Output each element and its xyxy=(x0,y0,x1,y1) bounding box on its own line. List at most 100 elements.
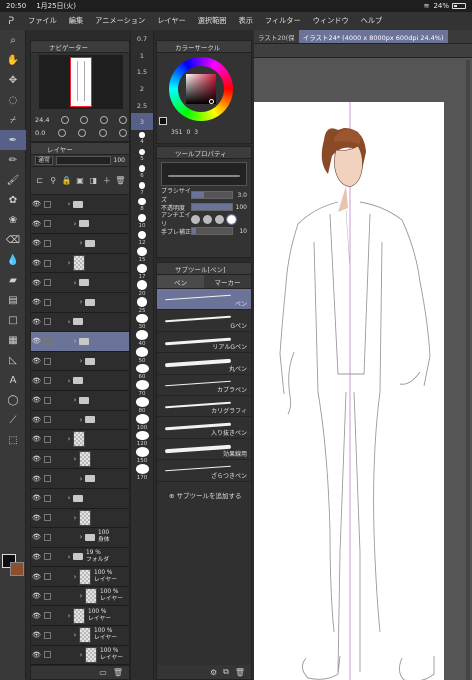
brush-size-option[interactable]: 150 xyxy=(131,447,153,464)
brush-size-option[interactable]: 80 xyxy=(131,397,153,414)
brush-size-option[interactable]: 40 xyxy=(131,330,153,347)
rotate-value[interactable]: 0.0 xyxy=(35,129,45,137)
layer-row[interactable]: 👁 › xyxy=(31,253,129,274)
doc-tab-2[interactable]: イラスト24* (4000 x 8000px 600dpi 24.4%) xyxy=(298,30,448,43)
color-cursor[interactable] xyxy=(209,99,214,104)
brush-size-option[interactable]: 60 xyxy=(131,363,153,380)
layer-row[interactable]: 👁 › 100 % レイヤー xyxy=(31,586,129,607)
layer-row[interactable]: 👁 › xyxy=(31,390,129,411)
expand-arrow-icon[interactable]: › xyxy=(71,514,79,522)
brush-size-option[interactable]: 7 xyxy=(131,180,153,197)
menu-view[interactable]: 表示 xyxy=(233,16,259,26)
expand-arrow-icon[interactable]: › xyxy=(77,239,85,247)
layer-check[interactable] xyxy=(44,514,51,522)
new-folder-icon[interactable]: ▭ xyxy=(99,668,107,677)
expand-arrow-icon[interactable]: › xyxy=(71,220,79,228)
brush-size-option[interactable]: 4 xyxy=(131,130,153,147)
brush-size-option[interactable]: 50 xyxy=(131,347,153,364)
expand-arrow-icon[interactable]: › xyxy=(77,416,85,424)
subtool-item[interactable]: ペン xyxy=(157,289,251,311)
layer-check[interactable] xyxy=(44,279,51,287)
expand-arrow-icon[interactable]: › xyxy=(71,455,79,463)
expand-arrow-icon[interactable]: › xyxy=(65,435,73,443)
expand-arrow-icon[interactable]: › xyxy=(71,631,79,639)
brush-size-option[interactable]: 3 xyxy=(131,113,153,131)
app-logo-icon[interactable]: ᕈ xyxy=(0,16,22,27)
gradient-icon[interactable]: ▤ xyxy=(0,290,26,310)
brush-size-option[interactable]: 100 xyxy=(131,413,153,431)
layer-check[interactable] xyxy=(44,553,51,561)
expand-arrow-icon[interactable]: › xyxy=(65,612,73,620)
expand-arrow-icon[interactable]: › xyxy=(65,200,73,208)
layer-row[interactable]: 👁 › xyxy=(31,488,129,509)
subtool-delete-icon[interactable]: 🗑 xyxy=(235,668,245,677)
brush-size-option[interactable]: 5 xyxy=(131,147,153,164)
layer-check[interactable] xyxy=(44,416,51,424)
stabilization-row[interactable]: 手ブレ補正 10 xyxy=(157,225,251,237)
navigator-preview[interactable] xyxy=(39,55,123,109)
antialias-row[interactable]: アンチエイリ xyxy=(157,212,251,228)
layer-check[interactable] xyxy=(44,533,51,541)
eye-icon[interactable]: 👁 xyxy=(31,553,42,561)
expand-arrow-icon[interactable]: › xyxy=(77,298,85,306)
layer-row[interactable]: 👁 › xyxy=(31,351,129,372)
eye-icon[interactable]: 👁 xyxy=(31,337,42,345)
frame-icon[interactable]: ▦ xyxy=(0,330,26,350)
clip-icon[interactable]: ⊏ xyxy=(36,176,43,185)
eye-icon[interactable]: 👁 xyxy=(31,533,42,541)
subtool-item[interactable]: ざらつきペン xyxy=(157,460,251,482)
canvas-scrollbar[interactable] xyxy=(466,60,470,680)
sub-color-swatch[interactable] xyxy=(10,562,24,576)
eye-icon[interactable]: 👁 xyxy=(31,475,42,483)
layer-row[interactable]: 👁 › 100 % レイヤー xyxy=(31,645,129,666)
text-icon[interactable]: A xyxy=(0,370,26,390)
lasso-icon[interactable]: ◌ xyxy=(0,90,26,110)
layer-row[interactable]: 👁 › xyxy=(31,430,129,450)
layer-row[interactable]: 👁 › xyxy=(31,469,129,489)
eye-icon[interactable]: 👁 xyxy=(31,239,42,247)
eye-icon[interactable]: 👁 xyxy=(31,416,42,424)
brush-size-option[interactable]: 0.7 xyxy=(131,30,153,47)
blend-mode-select[interactable]: 通常 xyxy=(35,156,54,165)
expand-arrow-icon[interactable]: › xyxy=(65,494,73,502)
flip-icon[interactable] xyxy=(118,128,127,137)
layer-check[interactable] xyxy=(44,318,51,326)
layer-row[interactable]: 👁 › 100 身体 xyxy=(31,528,129,548)
eye-icon[interactable]: 👁 xyxy=(31,318,42,326)
eyedropper-icon[interactable]: ⌿ xyxy=(0,110,26,130)
layer-check[interactable] xyxy=(44,612,51,620)
brush-size-option[interactable]: 12 xyxy=(131,230,153,247)
layer-check[interactable] xyxy=(44,200,51,208)
mask-icon[interactable]: ◨ xyxy=(90,176,98,185)
subtool-copy-icon[interactable]: ⧉ xyxy=(223,667,229,677)
brush-size-option[interactable]: 1.5 xyxy=(131,63,153,80)
rotate-right-icon[interactable] xyxy=(78,128,87,137)
tool-opacity-slider[interactable] xyxy=(191,203,233,211)
subtool-settings-icon[interactable]: ⚙ xyxy=(210,668,217,677)
zoom-in-icon[interactable] xyxy=(80,115,89,124)
menu-help[interactable]: ヘルプ xyxy=(355,16,389,26)
subtool-item[interactable]: カブラペン xyxy=(157,375,251,396)
fit-icon[interactable] xyxy=(99,115,108,124)
brush-size-option[interactable]: 20 xyxy=(131,280,153,297)
zoom-out-icon[interactable] xyxy=(60,115,69,124)
expand-arrow-icon[interactable]: › xyxy=(65,377,73,385)
eye-icon[interactable]: 👁 xyxy=(31,220,42,228)
brush-size-option[interactable]: 70 xyxy=(131,380,153,397)
eye-icon[interactable]: 👁 xyxy=(31,357,42,365)
layer-check[interactable] xyxy=(44,592,51,600)
eye-icon[interactable]: 👁 xyxy=(31,200,42,208)
fill-icon[interactable]: ▰ xyxy=(0,270,26,290)
tab-marker[interactable]: マーカー xyxy=(204,275,251,288)
expand-arrow-icon[interactable]: › xyxy=(77,651,85,659)
layer-check[interactable] xyxy=(44,494,51,502)
brush-size-option[interactable]: 8 xyxy=(131,197,153,214)
stabilization-slider[interactable] xyxy=(191,227,233,235)
layer-check[interactable] xyxy=(44,298,51,306)
expand-arrow-icon[interactable]: › xyxy=(77,592,85,600)
brush-size-option[interactable]: 170 xyxy=(131,463,153,481)
lock-icon[interactable]: 🔒 xyxy=(62,176,72,185)
layer-row[interactable]: 👁 › xyxy=(31,195,129,215)
brush-size-slider[interactable] xyxy=(191,191,233,199)
tab-pen[interactable]: ペン xyxy=(157,275,204,288)
